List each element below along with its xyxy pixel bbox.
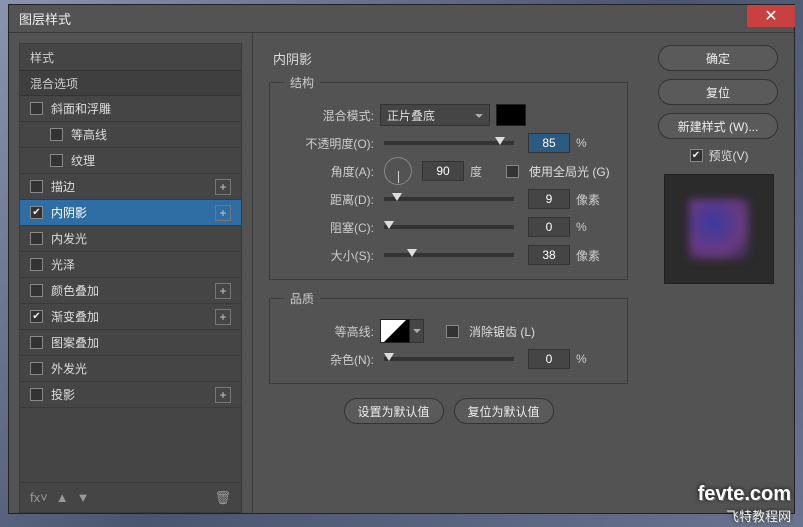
fx-icon[interactable]: fx˅ <box>30 490 48 505</box>
watermark: fevte.com 飞特教程网 <box>698 483 791 525</box>
move-down-icon[interactable]: ▼ <box>77 490 90 505</box>
antialias-label: 消除锯齿 (L) <box>469 323 535 340</box>
opacity-label: 不透明度(O): <box>284 135 374 152</box>
choke-label: 阻塞(C): <box>284 219 374 236</box>
style-row-2[interactable]: 纹理 <box>20 148 241 174</box>
noise-label: 杂色(N): <box>284 351 374 368</box>
blend-mode-dropdown[interactable]: 正片叠底 <box>380 104 490 126</box>
angle-label: 角度(A): <box>284 163 374 180</box>
opacity-input[interactable]: 85 <box>528 133 570 153</box>
preview-thumbnail <box>664 174 774 284</box>
contour-picker[interactable] <box>380 319 410 343</box>
distance-input[interactable]: 9 <box>528 189 570 209</box>
choke-slider[interactable] <box>384 225 514 229</box>
structure-group: 结构 混合模式: 正片叠底 不透明度(O): 85 % 角度(A): 90 度 <box>269 74 628 280</box>
effect-title: 内阴影 <box>273 49 628 68</box>
style-row-4[interactable]: 内阴影+ <box>20 200 241 226</box>
style-label: 内阴影 <box>51 204 215 221</box>
style-row-7[interactable]: 颜色叠加+ <box>20 278 241 304</box>
preview-label: 预览(V) <box>709 147 749 164</box>
style-label: 纹理 <box>71 152 231 169</box>
style-label: 颜色叠加 <box>51 282 215 299</box>
noise-slider[interactable] <box>384 357 514 361</box>
style-label: 斜面和浮雕 <box>51 100 231 117</box>
styles-sidebar: 样式 混合选项 斜面和浮雕等高线纹理描边+内阴影+内发光光泽颜色叠加+渐变叠加+… <box>9 33 253 513</box>
angle-input[interactable]: 90 <box>422 161 464 181</box>
structure-legend: 结构 <box>284 74 320 91</box>
style-checkbox[interactable] <box>30 284 43 297</box>
close-button[interactable]: ✕ <box>747 5 795 27</box>
style-checkbox[interactable] <box>30 388 43 401</box>
trash-icon[interactable]: 🗑 <box>214 490 231 506</box>
style-row-11[interactable]: 投影+ <box>20 382 241 408</box>
global-light-label: 使用全局光 (G) <box>529 163 610 180</box>
contour-label: 等高线: <box>284 323 374 340</box>
shadow-color-swatch[interactable] <box>496 104 526 126</box>
size-input[interactable]: 38 <box>528 245 570 265</box>
blending-options-row[interactable]: 混合选项 <box>20 70 241 96</box>
choke-input[interactable]: 0 <box>528 217 570 237</box>
new-style-button[interactable]: 新建样式 (W)... <box>658 113 778 139</box>
add-effect-icon[interactable]: + <box>215 179 231 195</box>
reset-default-button[interactable]: 复位为默认值 <box>454 398 554 424</box>
sidebar-footer: fx˅ ▲ ▼ 🗑 <box>20 482 241 512</box>
titlebar[interactable]: 图层样式 ✕ <box>9 5 794 33</box>
quality-legend: 品质 <box>284 290 320 307</box>
style-row-6[interactable]: 光泽 <box>20 252 241 278</box>
make-default-button[interactable]: 设置为默认值 <box>344 398 444 424</box>
blend-mode-label: 混合模式: <box>284 107 374 124</box>
style-label: 光泽 <box>51 256 231 273</box>
style-row-9[interactable]: 图案叠加 <box>20 330 241 356</box>
add-effect-icon[interactable]: + <box>215 283 231 299</box>
style-checkbox[interactable] <box>30 258 43 271</box>
noise-input[interactable]: 0 <box>528 349 570 369</box>
angle-dial[interactable] <box>384 157 412 185</box>
style-checkbox[interactable] <box>30 310 43 323</box>
preview-checkbox[interactable] <box>690 149 703 162</box>
quality-group: 品质 等高线: 消除锯齿 (L) 杂色(N): 0 % <box>269 290 628 384</box>
style-checkbox[interactable] <box>50 154 63 167</box>
close-icon: ✕ <box>764 6 777 26</box>
add-effect-icon[interactable]: + <box>215 309 231 325</box>
move-up-icon[interactable]: ▲ <box>56 490 69 505</box>
style-checkbox[interactable] <box>30 336 43 349</box>
style-label: 投影 <box>51 386 215 403</box>
sidebar-header: 样式 <box>20 44 241 70</box>
layer-style-dialog: 图层样式 ✕ 样式 混合选项 斜面和浮雕等高线纹理描边+内阴影+内发光光泽颜色叠… <box>8 4 795 514</box>
style-checkbox[interactable] <box>30 180 43 193</box>
right-column: 确定 复位 新建样式 (W)... 预览(V) <box>644 33 794 513</box>
style-row-0[interactable]: 斜面和浮雕 <box>20 96 241 122</box>
add-effect-icon[interactable]: + <box>215 387 231 403</box>
style-label: 描边 <box>51 178 215 195</box>
window-title: 图层样式 <box>9 9 71 28</box>
global-light-checkbox[interactable] <box>506 165 519 178</box>
style-checkbox[interactable] <box>30 362 43 375</box>
distance-label: 距离(D): <box>284 191 374 208</box>
style-row-8[interactable]: 渐变叠加+ <box>20 304 241 330</box>
add-effect-icon[interactable]: + <box>215 205 231 221</box>
style-checkbox[interactable] <box>30 232 43 245</box>
style-checkbox[interactable] <box>30 206 43 219</box>
distance-slider[interactable] <box>384 197 514 201</box>
style-label: 图案叠加 <box>51 334 231 351</box>
antialias-checkbox[interactable] <box>446 325 459 338</box>
style-checkbox[interactable] <box>50 128 63 141</box>
style-label: 渐变叠加 <box>51 308 215 325</box>
opacity-slider[interactable] <box>384 141 514 145</box>
style-row-10[interactable]: 外发光 <box>20 356 241 382</box>
ok-button[interactable]: 确定 <box>658 45 778 71</box>
size-slider[interactable] <box>384 253 514 257</box>
style-label: 等高线 <box>71 126 231 143</box>
style-checkbox[interactable] <box>30 102 43 115</box>
settings-panel: 内阴影 结构 混合模式: 正片叠底 不透明度(O): 85 % 角度(A): <box>253 33 644 513</box>
size-label: 大小(S): <box>284 247 374 264</box>
contour-dropdown[interactable] <box>410 319 424 343</box>
style-label: 内发光 <box>51 230 231 247</box>
style-label: 外发光 <box>51 360 231 377</box>
cancel-button[interactable]: 复位 <box>658 79 778 105</box>
style-row-5[interactable]: 内发光 <box>20 226 241 252</box>
style-row-3[interactable]: 描边+ <box>20 174 241 200</box>
style-row-1[interactable]: 等高线 <box>20 122 241 148</box>
